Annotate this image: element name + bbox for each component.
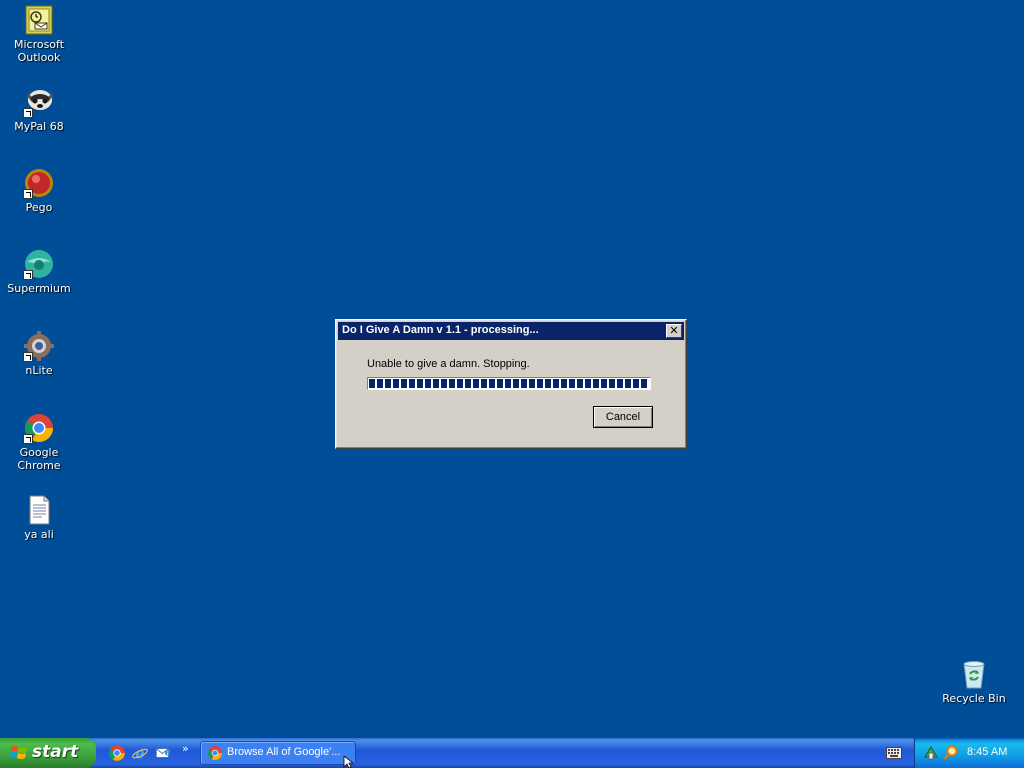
desktop-icon-label: nLite [25, 364, 53, 377]
start-label: start [32, 742, 79, 762]
desktop-icon-label: MyPal 68 [14, 120, 64, 133]
desktop-icon-pego[interactable]: Pego [0, 167, 79, 214]
outlook-express-icon[interactable]: e [154, 744, 172, 762]
mouse-cursor-icon [343, 756, 355, 768]
desktop-icon-google-chrome[interactable]: Google Chrome [0, 412, 79, 472]
progress-fill [369, 379, 649, 388]
shortcut-arrow-icon [23, 270, 33, 280]
dialog-title: Do I Give A Damn v 1.1 - processing... [342, 324, 539, 336]
dialog-message: Unable to give a damn. Stopping. [367, 358, 530, 370]
shortcut-arrow-icon [23, 108, 33, 118]
desktop-icon-label: Supermium [7, 282, 71, 295]
desktop-icon-label: ya ali [24, 528, 54, 541]
shortcut-arrow-icon [23, 434, 33, 444]
svg-text:e: e [135, 746, 144, 762]
desktop-icon-ya-ali[interactable]: ya ali [0, 494, 79, 541]
desktop-icon-nlite[interactable]: nLite [0, 330, 79, 377]
shortcut-arrow-icon [23, 189, 33, 199]
system-tray: 8:45 AM [914, 738, 1024, 768]
taskbar-button-browse-google[interactable]: Browse All of Google'... [200, 741, 356, 765]
chrome-icon[interactable] [108, 744, 126, 762]
mypal-icon [23, 86, 55, 118]
desktop-icon-recycle-bin[interactable]: Recycle Bin [934, 658, 1014, 705]
desktop-icon-label: Pego [25, 201, 53, 214]
taskbar-clock[interactable]: 8:45 AM [967, 746, 1007, 758]
desktop: Microsoft Outlook MyPal 68 Pego Supermiu… [0, 0, 1024, 738]
desktop-icon-label: Microsoft Outlook [13, 38, 65, 64]
network-icon[interactable] [923, 745, 939, 761]
desktop-icon-microsoft-outlook[interactable]: Microsoft Outlook [0, 4, 79, 64]
desktop-icon-label: Recycle Bin [942, 692, 1006, 705]
text-document-icon [23, 494, 55, 526]
outlook-icon [23, 4, 55, 36]
internet-explorer-icon[interactable]: e [131, 744, 149, 762]
taskbar: start e e » Browse All of Google'... 8:4… [0, 738, 1024, 768]
chrome-icon [23, 412, 55, 444]
taskbar-button-label: Browse All of Google'... [227, 746, 341, 758]
keyboard-icon[interactable] [886, 747, 902, 759]
close-icon[interactable]: ✕ [666, 324, 682, 338]
quick-launch-more-icon[interactable]: » [182, 742, 189, 755]
pego-icon [23, 167, 55, 199]
progress-bar [367, 377, 651, 390]
nlite-icon [23, 330, 55, 362]
desktop-icon-label: Google Chrome [17, 446, 61, 472]
desktop-icon-mypal-68[interactable]: MyPal 68 [0, 86, 79, 133]
shortcut-arrow-icon [23, 352, 33, 362]
windows-flag-icon [10, 746, 27, 759]
supermium-icon [23, 248, 55, 280]
search-icon[interactable] [943, 745, 959, 761]
recycle-bin-icon [958, 658, 990, 690]
dialog-titlebar[interactable]: Do I Give A Damn v 1.1 - processing... ✕ [338, 322, 684, 340]
svg-text:e: e [165, 746, 171, 758]
cancel-button[interactable]: Cancel [593, 406, 653, 428]
processing-dialog: Do I Give A Damn v 1.1 - processing... ✕… [335, 319, 687, 449]
start-button[interactable]: start [0, 738, 96, 768]
chrome-icon [207, 745, 223, 761]
desktop-icon-supermium[interactable]: Supermium [0, 248, 79, 295]
